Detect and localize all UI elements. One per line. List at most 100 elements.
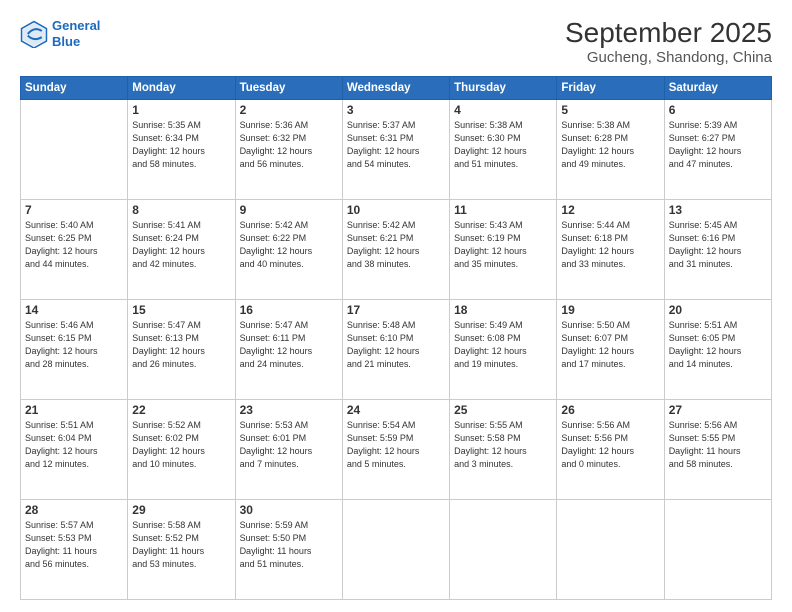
calendar-cell: 14 Sunrise: 5:46 AM Sunset: 6:15 PM Dayli… (21, 299, 128, 399)
logo: General Blue (20, 18, 100, 49)
calendar-cell: 21 Sunrise: 5:51 AM Sunset: 6:04 PM Dayli… (21, 399, 128, 499)
day-number: 9 (240, 203, 338, 217)
calendar-cell (342, 499, 449, 599)
day-number: 18 (454, 303, 552, 317)
week-row-2: 7 Sunrise: 5:40 AM Sunset: 6:25 PM Daylig… (21, 199, 772, 299)
day-number: 3 (347, 103, 445, 117)
day-info: Sunrise: 5:40 AM Sunset: 6:25 PM Dayligh… (25, 219, 123, 271)
day-info: Sunrise: 5:57 AM Sunset: 5:53 PM Dayligh… (25, 519, 123, 571)
day-number: 5 (561, 103, 659, 117)
day-info: Sunrise: 5:47 AM Sunset: 6:13 PM Dayligh… (132, 319, 230, 371)
day-number: 19 (561, 303, 659, 317)
day-info: Sunrise: 5:41 AM Sunset: 6:24 PM Dayligh… (132, 219, 230, 271)
day-info: Sunrise: 5:56 AM Sunset: 5:56 PM Dayligh… (561, 419, 659, 471)
day-info: Sunrise: 5:42 AM Sunset: 6:22 PM Dayligh… (240, 219, 338, 271)
col-wednesday: Wednesday (342, 76, 449, 99)
calendar-cell (557, 499, 664, 599)
day-number: 23 (240, 403, 338, 417)
logo-general: General (52, 18, 100, 33)
calendar-cell: 12 Sunrise: 5:44 AM Sunset: 6:18 PM Dayli… (557, 199, 664, 299)
day-number: 28 (25, 503, 123, 517)
day-info: Sunrise: 5:37 AM Sunset: 6:31 PM Dayligh… (347, 119, 445, 171)
calendar-cell: 18Sunrise: 5:49 AM Sunset: 6:08 PM Dayli… (450, 299, 557, 399)
day-number: 13 (669, 203, 767, 217)
calendar-cell: 27 Sunrise: 5:56 AM Sunset: 5:55 PM Dayli… (664, 399, 771, 499)
calendar-cell: 30Sunrise: 5:59 AM Sunset: 5:50 PM Dayli… (235, 499, 342, 599)
day-header-row: Sunday Monday Tuesday Wednesday Thursday… (21, 76, 772, 99)
day-info: Sunrise: 5:56 AM Sunset: 5:55 PM Dayligh… (669, 419, 767, 471)
day-number: 26 (561, 403, 659, 417)
day-info: Sunrise: 5:47 AM Sunset: 6:11 PM Dayligh… (240, 319, 338, 371)
col-friday: Friday (557, 76, 664, 99)
day-info: Sunrise: 5:55 AM Sunset: 5:58 PM Dayligh… (454, 419, 552, 471)
week-row-4: 21 Sunrise: 5:51 AM Sunset: 6:04 PM Dayli… (21, 399, 772, 499)
day-number: 4 (454, 103, 552, 117)
calendar-cell: 28 Sunrise: 5:57 AM Sunset: 5:53 PM Dayli… (21, 499, 128, 599)
day-number: 12 (561, 203, 659, 217)
calendar-cell: 13Sunrise: 5:45 AM Sunset: 6:16 PM Dayli… (664, 199, 771, 299)
day-number: 14 (25, 303, 123, 317)
day-info: Sunrise: 5:52 AM Sunset: 6:02 PM Dayligh… (132, 419, 230, 471)
day-info: Sunrise: 5:51 AM Sunset: 6:04 PM Dayligh… (25, 419, 123, 471)
day-info: Sunrise: 5:58 AM Sunset: 5:52 PM Dayligh… (132, 519, 230, 571)
day-number: 1 (132, 103, 230, 117)
day-number: 27 (669, 403, 767, 417)
day-info: Sunrise: 5:38 AM Sunset: 6:30 PM Dayligh… (454, 119, 552, 171)
day-number: 17 (347, 303, 445, 317)
calendar-cell: 19 Sunrise: 5:50 AM Sunset: 6:07 PM Dayli… (557, 299, 664, 399)
day-info: Sunrise: 5:44 AM Sunset: 6:18 PM Dayligh… (561, 219, 659, 271)
day-info: Sunrise: 5:43 AM Sunset: 6:19 PM Dayligh… (454, 219, 552, 271)
day-info: Sunrise: 5:42 AM Sunset: 6:21 PM Dayligh… (347, 219, 445, 271)
day-info: Sunrise: 5:59 AM Sunset: 5:50 PM Dayligh… (240, 519, 338, 571)
logo-blue: Blue (52, 34, 80, 49)
day-info: Sunrise: 5:46 AM Sunset: 6:15 PM Dayligh… (25, 319, 123, 371)
day-number: 7 (25, 203, 123, 217)
day-info: Sunrise: 5:54 AM Sunset: 5:59 PM Dayligh… (347, 419, 445, 471)
calendar-cell: 23Sunrise: 5:53 AM Sunset: 6:01 PM Dayli… (235, 399, 342, 499)
calendar-cell: 16Sunrise: 5:47 AM Sunset: 6:11 PM Dayli… (235, 299, 342, 399)
day-number: 10 (347, 203, 445, 217)
calendar-cell: 8 Sunrise: 5:41 AM Sunset: 6:24 PM Daylig… (128, 199, 235, 299)
calendar-cell: 29 Sunrise: 5:58 AM Sunset: 5:52 PM Dayli… (128, 499, 235, 599)
calendar-cell: 6Sunrise: 5:39 AM Sunset: 6:27 PM Daylig… (664, 99, 771, 199)
col-saturday: Saturday (664, 76, 771, 99)
day-info: Sunrise: 5:50 AM Sunset: 6:07 PM Dayligh… (561, 319, 659, 371)
calendar-cell (450, 499, 557, 599)
calendar-cell: 5 Sunrise: 5:38 AM Sunset: 6:28 PM Daylig… (557, 99, 664, 199)
week-row-5: 28 Sunrise: 5:57 AM Sunset: 5:53 PM Dayli… (21, 499, 772, 599)
calendar-cell: 26 Sunrise: 5:56 AM Sunset: 5:56 PM Dayli… (557, 399, 664, 499)
calendar-cell: 17 Sunrise: 5:48 AM Sunset: 6:10 PM Dayli… (342, 299, 449, 399)
calendar-table: Sunday Monday Tuesday Wednesday Thursday… (20, 76, 772, 600)
day-info: Sunrise: 5:51 AM Sunset: 6:05 PM Dayligh… (669, 319, 767, 371)
header: General Blue September 2025 Gucheng, Sha… (20, 18, 772, 66)
calendar-cell: 22Sunrise: 5:52 AM Sunset: 6:02 PM Dayli… (128, 399, 235, 499)
calendar-cell (21, 99, 128, 199)
day-number: 21 (25, 403, 123, 417)
calendar-subtitle: Gucheng, Shandong, China (565, 49, 772, 66)
calendar-cell: 24 Sunrise: 5:54 AM Sunset: 5:59 PM Dayli… (342, 399, 449, 499)
day-number: 24 (347, 403, 445, 417)
calendar-cell (664, 499, 771, 599)
day-number: 15 (132, 303, 230, 317)
day-info: Sunrise: 5:39 AM Sunset: 6:27 PM Dayligh… (669, 119, 767, 171)
calendar-cell: 4 Sunrise: 5:38 AM Sunset: 6:30 PM Daylig… (450, 99, 557, 199)
calendar-cell: 1Sunrise: 5:35 AM Sunset: 6:34 PM Daylig… (128, 99, 235, 199)
day-info: Sunrise: 5:38 AM Sunset: 6:28 PM Dayligh… (561, 119, 659, 171)
logo-text: General Blue (52, 18, 100, 49)
day-info: Sunrise: 5:48 AM Sunset: 6:10 PM Dayligh… (347, 319, 445, 371)
calendar-cell: 3 Sunrise: 5:37 AM Sunset: 6:31 PM Daylig… (342, 99, 449, 199)
calendar-cell: 7 Sunrise: 5:40 AM Sunset: 6:25 PM Daylig… (21, 199, 128, 299)
day-number: 29 (132, 503, 230, 517)
day-number: 8 (132, 203, 230, 217)
calendar-title: September 2025 (565, 18, 772, 49)
logo-icon (20, 20, 48, 48)
calendar-cell: 2Sunrise: 5:36 AM Sunset: 6:32 PM Daylig… (235, 99, 342, 199)
day-number: 11 (454, 203, 552, 217)
week-row-1: 1Sunrise: 5:35 AM Sunset: 6:34 PM Daylig… (21, 99, 772, 199)
day-number: 20 (669, 303, 767, 317)
title-block: September 2025 Gucheng, Shandong, China (565, 18, 772, 66)
calendar-cell: 15 Sunrise: 5:47 AM Sunset: 6:13 PM Dayli… (128, 299, 235, 399)
calendar-cell: 20 Sunrise: 5:51 AM Sunset: 6:05 PM Dayli… (664, 299, 771, 399)
day-number: 2 (240, 103, 338, 117)
calendar-cell: 9 Sunrise: 5:42 AM Sunset: 6:22 PM Daylig… (235, 199, 342, 299)
